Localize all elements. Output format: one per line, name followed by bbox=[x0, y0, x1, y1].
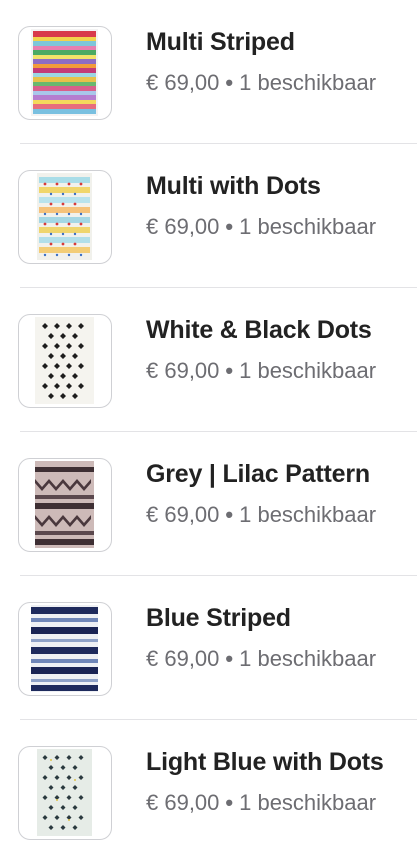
product-thumbnail[interactable] bbox=[18, 602, 112, 696]
product-price: € 69,00 bbox=[146, 790, 220, 815]
product-title: Multi with Dots bbox=[146, 172, 321, 200]
rug-blue-striped-icon bbox=[31, 605, 98, 692]
product-availability: 1 beschikbaar bbox=[239, 214, 377, 239]
product-thumbnail[interactable] bbox=[18, 458, 112, 552]
product-availability: 1 beschikbaar bbox=[239, 646, 377, 671]
product-row-multi-dots[interactable]: Multi with Dots € 69,00 • 1 beschikbaar bbox=[0, 144, 417, 288]
separator-dot: • bbox=[225, 790, 234, 815]
product-thumbnail[interactable] bbox=[18, 26, 112, 120]
product-meta: € 69,00 • 1 beschikbaar bbox=[146, 358, 376, 384]
rug-white-black-dots-icon bbox=[35, 317, 94, 404]
separator-dot: • bbox=[225, 70, 234, 95]
product-price: € 69,00 bbox=[146, 502, 220, 527]
rug-multi-dots-icon bbox=[37, 173, 92, 260]
product-meta: € 69,00 • 1 beschikbaar bbox=[146, 646, 376, 672]
product-availability: 1 beschikbaar bbox=[239, 502, 377, 527]
product-title: Light Blue with Dots bbox=[146, 748, 384, 776]
product-row-white-black-dots[interactable]: White & Black Dots € 69,00 • 1 beschikbaar bbox=[0, 288, 417, 432]
product-price: € 69,00 bbox=[146, 70, 220, 95]
product-availability: 1 beschikbaar bbox=[239, 70, 377, 95]
rug-light-blue-dots-icon bbox=[37, 749, 92, 836]
separator-dot: • bbox=[225, 646, 234, 671]
product-title: Blue Striped bbox=[146, 604, 291, 632]
product-row-grey-lilac[interactable]: Grey | Lilac Pattern € 69,00 • 1 beschikba… bbox=[0, 432, 417, 576]
product-meta: € 69,00 • 1 beschikbaar bbox=[146, 70, 376, 96]
rug-multi-striped-icon bbox=[31, 29, 98, 116]
rug-grey-lilac-icon bbox=[35, 461, 94, 548]
product-price: € 69,00 bbox=[146, 646, 220, 671]
product-meta: € 69,00 • 1 beschikbaar bbox=[146, 214, 376, 240]
separator-dot: • bbox=[225, 214, 234, 239]
separator-dot: • bbox=[225, 502, 234, 527]
product-row-light-blue-dots[interactable]: Light Blue with Dots € 69,00 • 1 beschikba… bbox=[0, 720, 417, 864]
product-row-multi-striped[interactable]: Multi Striped € 69,00 • 1 beschikbaar bbox=[0, 0, 417, 144]
product-availability: 1 beschikbaar bbox=[239, 790, 377, 815]
product-thumbnail[interactable] bbox=[18, 170, 112, 264]
product-price: € 69,00 bbox=[146, 358, 220, 383]
product-title: Multi Striped bbox=[146, 28, 295, 56]
product-availability: 1 beschikbaar bbox=[239, 358, 377, 383]
product-thumbnail[interactable] bbox=[18, 746, 112, 840]
product-title: White & Black Dots bbox=[146, 316, 372, 344]
separator-dot: • bbox=[225, 358, 234, 383]
product-price: € 69,00 bbox=[146, 214, 220, 239]
product-meta: € 69,00 • 1 beschikbaar bbox=[146, 790, 376, 816]
product-row-blue-striped[interactable]: Blue Striped € 69,00 • 1 beschikbaar bbox=[0, 576, 417, 720]
product-meta: € 69,00 • 1 beschikbaar bbox=[146, 502, 376, 528]
product-title: Grey | Lilac Pattern bbox=[146, 460, 370, 488]
product-thumbnail[interactable] bbox=[18, 314, 112, 408]
